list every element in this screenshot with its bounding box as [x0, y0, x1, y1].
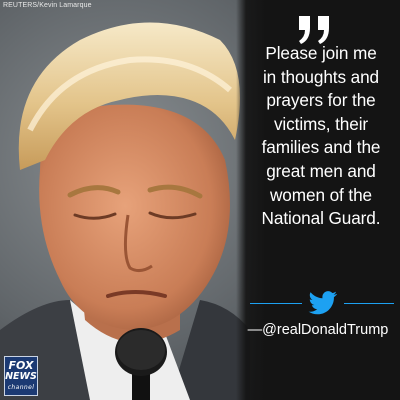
tweet-attribution: —@realDonaldTrump	[247, 322, 389, 338]
quote-line: Please join me	[265, 43, 377, 63]
quote-mark-icon	[299, 16, 329, 44]
fox-logo-line3: channel	[7, 384, 35, 391]
fox-logo-line2: NEWS	[5, 371, 37, 382]
quote-card: REUTERS/Kevin Lamarque Please join me in…	[0, 0, 400, 400]
quote-line: victims, their	[273, 113, 369, 134]
twitter-bird-icon	[308, 291, 337, 315]
quote-line: in thoughts and	[262, 66, 380, 87]
photo-credit: REUTERS/Kevin Lamarque	[3, 2, 92, 9]
quote-line: prayers for the	[266, 90, 376, 111]
fox-news-logo: FOX NEWS channel	[4, 356, 38, 396]
quote-line: great men and	[266, 160, 376, 181]
divider-left	[250, 303, 302, 304]
quote-line: families and the	[261, 137, 381, 158]
quote-line: National Guard.	[261, 208, 381, 229]
quote-line: women of the	[270, 184, 372, 205]
tweet-quote: Please join me in thoughts and prayers f…	[243, 42, 399, 231]
divider-right	[344, 303, 394, 304]
